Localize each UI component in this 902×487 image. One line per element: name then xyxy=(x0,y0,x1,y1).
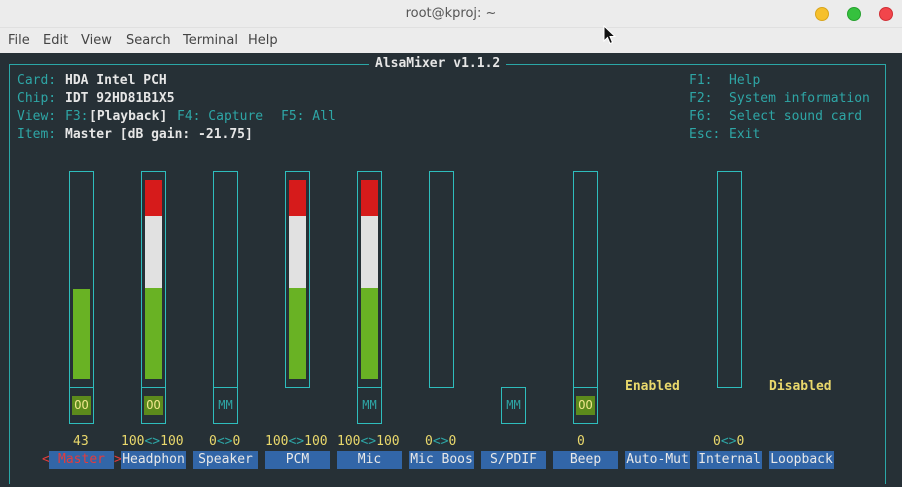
internal-volume-bar[interactable] xyxy=(717,171,742,388)
headphone-level-red xyxy=(145,180,162,216)
master-level-green xyxy=(73,289,90,379)
pcm-value: 100<>100 xyxy=(265,434,328,449)
pcm-level-red xyxy=(289,180,306,216)
headphone-level-white xyxy=(145,216,162,288)
help-f1-key: F1: xyxy=(689,73,713,88)
menu-help[interactable]: Help xyxy=(248,33,278,48)
headphone-level-green xyxy=(145,288,162,379)
window-title: root@kproj: ~ xyxy=(405,6,497,21)
beep-mute-state: OO xyxy=(576,396,595,415)
internal-value: 0<>0 xyxy=(713,434,745,449)
auto-mute-label[interactable]: Auto-Mut xyxy=(625,451,690,469)
beep-volume-bar[interactable] xyxy=(573,171,598,388)
card-label: Card: xyxy=(17,73,57,88)
chip-value: IDT 92HD81B1X5 xyxy=(65,91,175,106)
terminal-area[interactable]: AlsaMixer v1.1.2 Card: HDA Intel PCH Chi… xyxy=(0,53,902,487)
speaker-value: 0<>0 xyxy=(209,434,241,449)
headphone-volume-bar[interactable] xyxy=(141,171,166,388)
mouse-pointer-icon xyxy=(603,25,617,45)
item-value: Master [dB gain: -21.75] xyxy=(65,127,253,142)
view-f4-capture: F4: Capture xyxy=(177,109,264,124)
window-titlebar: root@kproj: ~ xyxy=(0,0,902,28)
pcm-level-green xyxy=(289,288,306,379)
speaker-mute-state: MM xyxy=(218,398,233,412)
mic-level-white xyxy=(361,216,378,288)
pcm-level-white xyxy=(289,216,306,288)
mic-mute-state: MM xyxy=(362,398,377,412)
view-label: View: xyxy=(17,109,57,124)
mic-label[interactable]: Mic xyxy=(337,451,402,469)
master-mute-box[interactable]: OO xyxy=(69,387,94,424)
headphone-label[interactable]: Headphon xyxy=(121,451,186,469)
loopback-label[interactable]: Loopback xyxy=(769,451,834,469)
master-volume-bar[interactable] xyxy=(69,171,94,388)
menubar: File Edit View Search Terminal Help xyxy=(0,28,902,53)
mic-mute-box[interactable]: MM xyxy=(357,387,382,424)
chip-label: Chip: xyxy=(17,91,57,106)
speaker-volume-bar[interactable] xyxy=(213,171,238,388)
help-f6-text: Select sound card xyxy=(729,109,863,124)
speaker-mute-box[interactable]: MM xyxy=(213,387,238,424)
headphone-mute-box[interactable]: OO xyxy=(141,387,166,424)
mic-boost-value: 0<>0 xyxy=(425,434,457,449)
auto-mute-state[interactable]: Enabled xyxy=(625,378,680,396)
beep-mute-box[interactable]: OO xyxy=(573,387,598,424)
spdif-mute-state: MM xyxy=(506,398,521,412)
headphone-value: 100<>100 xyxy=(121,434,184,449)
menu-view[interactable]: View xyxy=(81,33,112,48)
help-f6-key: F6: xyxy=(689,109,713,124)
menu-terminal[interactable]: Terminal xyxy=(183,33,238,48)
item-label: Item: xyxy=(17,127,57,142)
view-f3: F3: xyxy=(65,109,89,124)
menu-search[interactable]: Search xyxy=(126,33,171,48)
speaker-label[interactable]: Speaker xyxy=(193,451,258,469)
minimize-button[interactable] xyxy=(815,7,829,21)
view-playback: [Playback] xyxy=(89,109,168,124)
maximize-button[interactable] xyxy=(847,7,861,21)
help-f2-text: System information xyxy=(729,91,870,106)
beep-value: 0 xyxy=(577,434,585,449)
beep-label[interactable]: Beep xyxy=(553,451,618,469)
master-mute-state: OO xyxy=(72,396,91,415)
mic-boost-volume-bar[interactable] xyxy=(429,171,454,388)
mic-level-green xyxy=(361,288,378,379)
menu-edit[interactable]: Edit xyxy=(43,33,68,48)
app-title: AlsaMixer v1.1.2 xyxy=(369,55,507,73)
mic-boost-label[interactable]: Mic Boos xyxy=(409,451,474,469)
master-value: 43 xyxy=(73,434,89,449)
menu-file[interactable]: File xyxy=(8,33,30,48)
pcm-label[interactable]: PCM xyxy=(265,451,330,469)
internal-label[interactable]: Internal xyxy=(697,451,762,469)
close-button[interactable] xyxy=(879,7,893,21)
mic-level-red xyxy=(361,180,378,216)
headphone-mute-state: OO xyxy=(144,396,163,415)
help-f1-text: Help xyxy=(729,73,761,88)
help-esc-key: Esc: xyxy=(689,127,721,142)
master-label[interactable]: Master xyxy=(49,451,114,469)
card-value: HDA Intel PCH xyxy=(65,73,167,88)
mic-volume-bar[interactable] xyxy=(357,171,382,388)
help-esc-text: Exit xyxy=(729,127,761,142)
mic-value: 100<>100 xyxy=(337,434,400,449)
spdif-label[interactable]: S/PDIF xyxy=(481,451,546,469)
view-f5-all: F5: All xyxy=(281,109,336,124)
help-f2-key: F2: xyxy=(689,91,713,106)
spdif-mute-box[interactable]: MM xyxy=(501,387,526,424)
loopback-state[interactable]: Disabled xyxy=(769,378,832,396)
pcm-volume-bar[interactable] xyxy=(285,171,310,388)
